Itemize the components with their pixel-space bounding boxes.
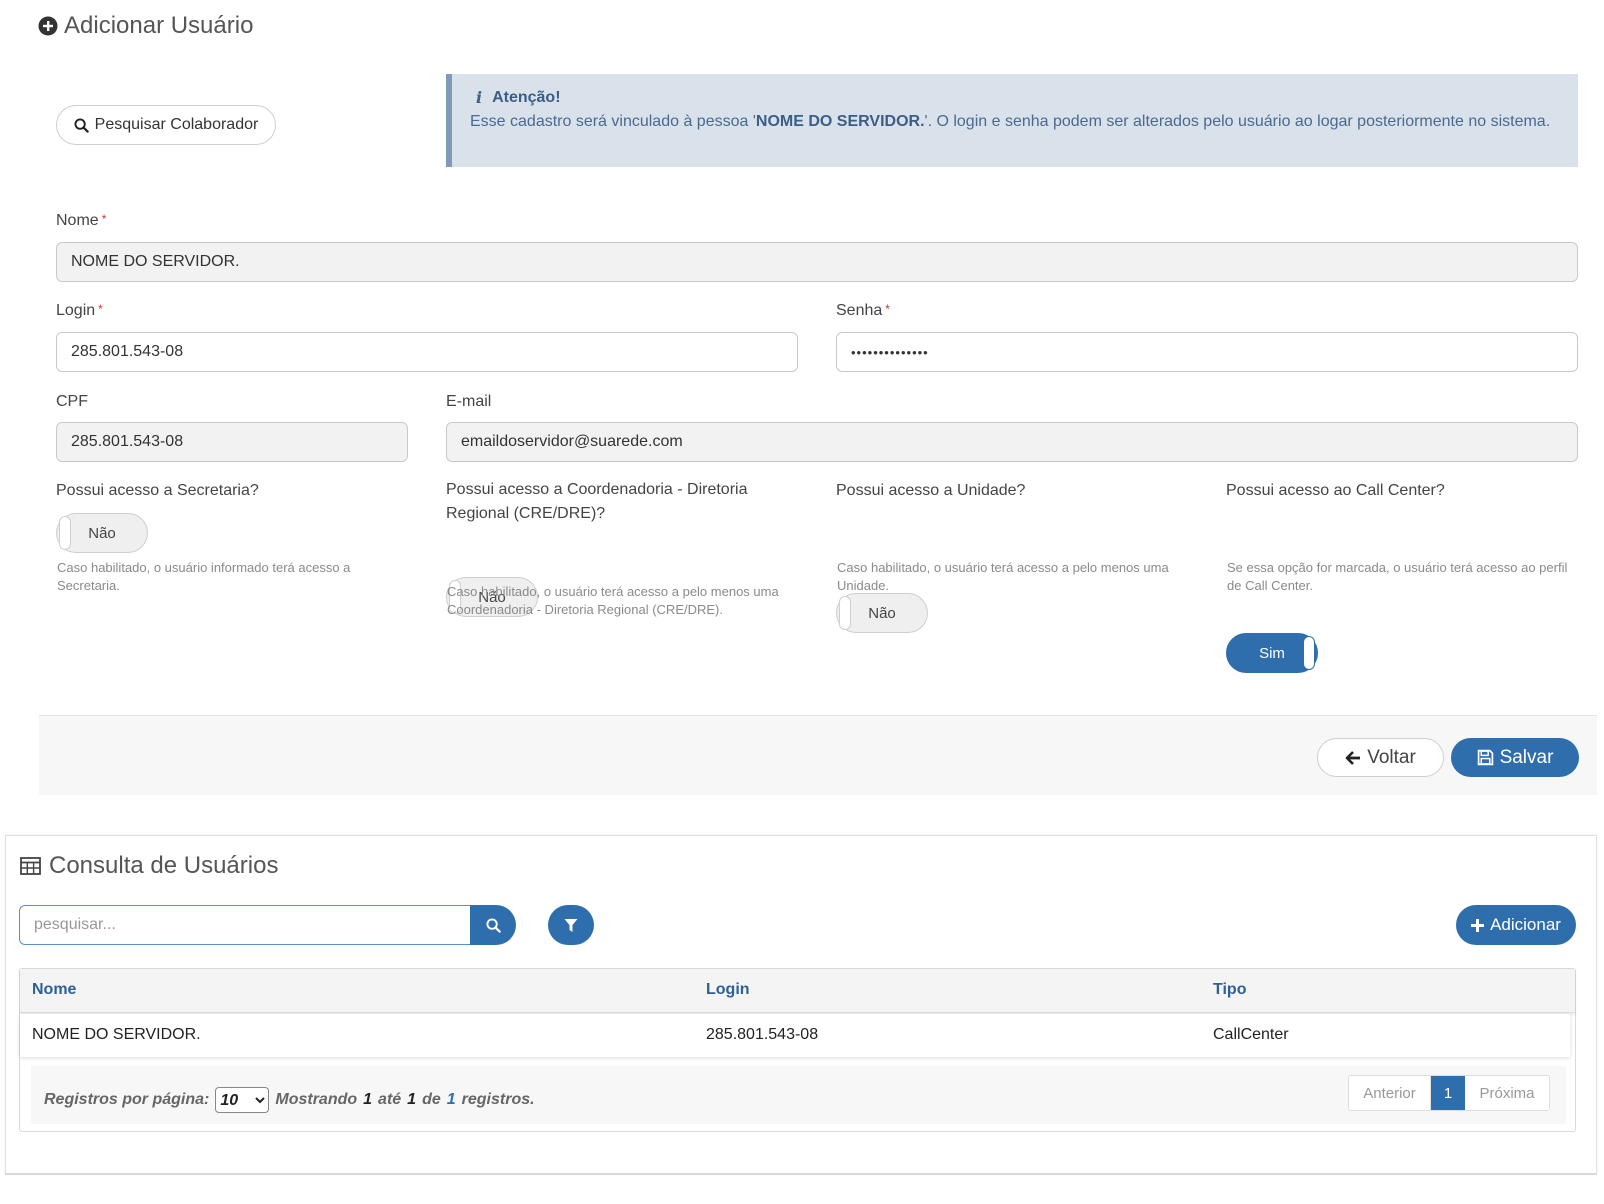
nome-value: NOME DO SERVIDOR.	[71, 253, 240, 270]
secretaria-help: Caso habilitado, o usuário informado ter…	[57, 560, 351, 593]
senha-value: ••••••••••••••	[851, 344, 929, 360]
toggle-knob	[1303, 636, 1315, 670]
adicionar-label: Adicionar	[1490, 915, 1561, 934]
consulta-title: Consulta de Usuários	[20, 852, 278, 880]
attention-alert: i Atenção! Esse cadastro será vinculado …	[446, 74, 1578, 167]
unidade-toggle[interactable]: Não	[836, 593, 928, 633]
showing-text: Mostrando	[275, 1091, 358, 1108]
alert-title-text: Atenção!	[492, 89, 561, 106]
toggle-knob	[59, 516, 71, 550]
page-title-text: Adicionar Usuário	[64, 12, 254, 39]
showing-de: de	[422, 1091, 441, 1108]
table-header	[20, 969, 1575, 1013]
voltar-button[interactable]: Voltar	[1317, 738, 1444, 777]
coordenadoria-help: Caso habilitado, o usuário terá acesso a…	[447, 584, 779, 617]
required-mark: *	[885, 302, 890, 316]
alert-title: i Atenção!	[470, 86, 1560, 110]
nome-label: Nome *	[56, 212, 106, 230]
callcenter-help: Se essa opção for marcada, o usuário ter…	[1227, 560, 1568, 593]
alert-message: Esse cadastro será vinculado à pessoa 'N…	[470, 110, 1560, 134]
unidade-help: Caso habilitado, o usuário terá acesso a…	[837, 560, 1169, 593]
email-label: E-mail	[446, 393, 491, 411]
secretaria-question: Possui acesso a Secretaria?	[56, 482, 259, 499]
email-label-text: E-mail	[446, 393, 492, 410]
column-header-nome[interactable]: Nome	[32, 981, 76, 999]
showing-from: 1	[363, 1091, 373, 1108]
nome-field[interactable]: NOME DO SERVIDOR.	[56, 242, 1578, 282]
required-mark: *	[98, 302, 103, 316]
senha-label: Senha *	[836, 302, 890, 320]
page-1-button[interactable]: 1	[1431, 1076, 1465, 1110]
search-colaborador-button[interactable]: Pesquisar Colaborador	[56, 105, 276, 145]
cpf-label: CPF	[56, 393, 88, 411]
showing-total: 1	[446, 1091, 456, 1108]
arrow-left-icon	[1345, 750, 1361, 765]
toggle-state: Não	[868, 604, 896, 622]
salvar-button[interactable]: Salvar	[1451, 738, 1579, 777]
cpf-field[interactable]: 285.801.543-08	[56, 422, 408, 462]
showing-ate: até	[378, 1091, 402, 1108]
nome-label-text: Nome	[56, 212, 99, 229]
senha-field[interactable]: ••••••••••••••	[836, 332, 1578, 372]
callcenter-toggle[interactable]: Sim	[1226, 633, 1318, 673]
toggle-state: Não	[88, 524, 116, 542]
alert-person-name: NOME DO SERVIDOR.	[755, 113, 925, 130]
required-mark: *	[101, 212, 107, 226]
toggle-state: Sim	[1259, 644, 1285, 662]
pagination-info: Registros por página: 10 Mostrando 1 até…	[44, 1087, 535, 1113]
email-field[interactable]: emaildoservidor@suarede.com	[446, 422, 1578, 462]
alert-text-before: Esse cadastro será vinculado à pessoa '	[470, 113, 756, 130]
consulta-title-text: Consulta de Usuários	[49, 852, 279, 879]
alert-text-after: '. O login e senha podem ser alterados p…	[924, 113, 1551, 130]
pagination: Anterior 1 Próxima	[1348, 1075, 1550, 1111]
email-value: emaildoservidor@suarede.com	[461, 433, 683, 450]
cpf-value: 285.801.543-08	[71, 433, 184, 450]
filter-icon	[564, 918, 578, 932]
search-icon	[74, 117, 89, 133]
search-button[interactable]	[470, 905, 516, 945]
save-icon	[1477, 749, 1493, 766]
adicionar-button[interactable]: Adicionar	[1456, 905, 1576, 945]
search-input[interactable]	[19, 905, 471, 945]
search-icon	[485, 917, 501, 933]
login-field[interactable]: 285.801.543-08	[56, 332, 798, 372]
plus-icon	[1471, 918, 1485, 932]
table-icon	[20, 857, 41, 875]
login-value: 285.801.543-08	[71, 343, 184, 360]
toggle-knob	[839, 596, 851, 630]
login-label: Login *	[56, 302, 103, 320]
column-header-login[interactable]: Login	[706, 981, 750, 999]
coordenadoria-question: Possui acesso a Coordenadoria - Diretori…	[446, 481, 748, 522]
callcenter-question: Possui acesso ao Call Center?	[1226, 482, 1445, 499]
secretaria-toggle[interactable]: Não	[56, 513, 148, 553]
column-header-tipo[interactable]: Tipo	[1213, 981, 1246, 999]
rpp-label: Registros por página:	[44, 1091, 210, 1108]
unidade-question: Possui acesso a Unidade?	[836, 482, 1026, 499]
page-title: Adicionar Usuário	[38, 12, 253, 40]
filter-button[interactable]	[548, 905, 594, 945]
next-page-button[interactable]: Próxima	[1465, 1076, 1549, 1110]
showing-registros: registros.	[461, 1091, 535, 1108]
login-label-text: Login	[56, 302, 96, 319]
plus-circle-icon	[38, 16, 58, 36]
cell-nome: NOME DO SERVIDOR.	[32, 1026, 201, 1043]
prev-page-button[interactable]: Anterior	[1349, 1076, 1431, 1110]
cell-tipo: CallCenter	[1213, 1026, 1289, 1043]
search-colaborador-label: Pesquisar Colaborador	[94, 116, 259, 133]
cell-login: 285.801.543-08	[706, 1026, 819, 1043]
rows-per-page-select[interactable]: 10	[215, 1087, 270, 1113]
info-icon: i	[476, 88, 483, 107]
senha-label-text: Senha	[836, 302, 883, 319]
showing-to: 1	[407, 1091, 417, 1108]
cpf-label-text: CPF	[56, 393, 88, 410]
salvar-label: Salvar	[1499, 746, 1554, 768]
voltar-label: Voltar	[1367, 746, 1416, 768]
